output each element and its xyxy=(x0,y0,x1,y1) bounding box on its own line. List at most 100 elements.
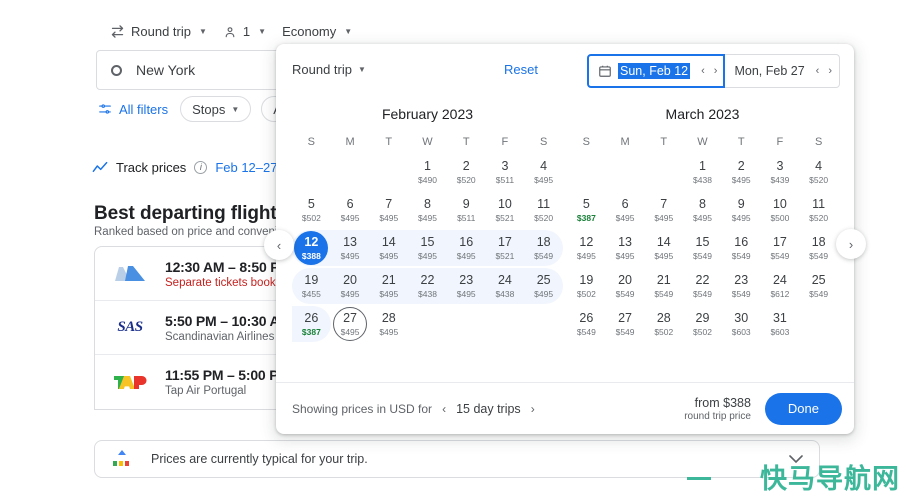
calendar-day-cell[interactable]: 6 $495 xyxy=(331,192,370,228)
calendar-day-cell[interactable]: 6 $495 xyxy=(606,192,645,228)
calendar-day-cell[interactable]: 20 $549 xyxy=(606,268,645,304)
currency-and-duration: Showing prices in USD for ‹ 15 day trips… xyxy=(292,402,535,416)
calendar-day-cell[interactable]: 1 $438 xyxy=(683,154,722,190)
calendar-day-price: $495 xyxy=(340,250,360,261)
calendar-day-cell[interactable]: 14 $495 xyxy=(644,230,683,266)
calendar-weekday: S xyxy=(814,136,823,148)
calendar-day-cell[interactable]: 19 $502 xyxy=(567,268,606,304)
track-prices-label[interactable]: Track prices xyxy=(116,160,186,175)
trip-type-selector[interactable]: Round trip ▼ xyxy=(102,18,215,45)
departure-prev-day-button[interactable]: ‹ xyxy=(701,65,705,77)
calendar-day-number: 14 xyxy=(656,235,671,250)
duration-next-button[interactable]: › xyxy=(531,402,535,416)
return-prev-day-button[interactable]: ‹ xyxy=(816,65,820,77)
calendar-day-cell[interactable]: 8 $495 xyxy=(683,192,722,228)
calendar-day-cell[interactable]: 17 $549 xyxy=(761,230,800,266)
passengers-count: 1 xyxy=(242,24,251,39)
calendar-day-cell[interactable]: 26 $549 xyxy=(567,306,606,342)
calendar-day-cell[interactable]: 12 $388 xyxy=(292,230,331,266)
calendar-day-cell[interactable]: 3 $439 xyxy=(761,154,800,190)
calendar-day-number: 14 xyxy=(381,235,396,250)
calendar-day-cell[interactable]: 15 $549 xyxy=(683,230,722,266)
calendar-day-cell[interactable]: 23 $495 xyxy=(446,268,486,304)
calendar-day-cell[interactable]: 23 $549 xyxy=(722,268,761,304)
cabin-class-selector[interactable]: Economy ▼ xyxy=(274,18,360,45)
calendar-day-cell[interactable]: 20 $495 xyxy=(330,268,370,304)
calendar-day-cell[interactable]: 10 $500 xyxy=(761,192,800,228)
return-next-day-button[interactable]: › xyxy=(828,65,832,77)
carousel-prev-button[interactable]: ‹ xyxy=(264,230,294,260)
calendar-day-cell[interactable]: 11 $520 xyxy=(524,192,563,228)
calendar-day-cell[interactable]: 28 $502 xyxy=(644,306,683,342)
calendar-day-cell[interactable]: 16 $549 xyxy=(722,230,761,266)
calendar-day-cell[interactable]: 2 $495 xyxy=(722,154,761,190)
calendar-day-number: 10 xyxy=(497,197,512,212)
duration-prev-button[interactable]: ‹ xyxy=(442,402,446,416)
passengers-selector[interactable]: 1 ▼ xyxy=(215,18,274,45)
calendar-day-number: 25 xyxy=(536,273,551,288)
calendar-day-cell[interactable]: 13 $495 xyxy=(606,230,645,266)
return-date-field[interactable]: Mon, Feb 27 ‹ › xyxy=(724,54,840,88)
calendar-day-cell[interactable]: 13 $495 xyxy=(330,230,370,266)
calendar-day-cell[interactable]: 11 $520 xyxy=(799,192,838,228)
calendar-weekday: T xyxy=(737,136,745,148)
calendar-day-cell[interactable]: 21 $549 xyxy=(644,268,683,304)
calendar-day-cell[interactable]: 24 $438 xyxy=(485,268,525,304)
calendar-day-cell[interactable]: 8 $495 xyxy=(408,192,447,228)
calendar-day-number: 5 xyxy=(307,197,315,212)
done-button[interactable]: Done xyxy=(764,392,842,425)
calendar-day-cell[interactable]: 16 $495 xyxy=(446,230,486,266)
calendar-day-cell[interactable]: 12 $495 xyxy=(567,230,606,266)
tap-logo-icon xyxy=(107,367,153,397)
calendar-day-cell[interactable]: 17 $521 xyxy=(485,230,525,266)
calendar-day-cell[interactable]: 15 $495 xyxy=(408,230,447,266)
filter-chip-stops[interactable]: Stops ▼ xyxy=(180,96,252,122)
calendar-day-number: 26 xyxy=(579,311,594,326)
calendar-day-cell[interactable]: 26 $387 xyxy=(292,306,331,342)
chevron-down-icon: ▼ xyxy=(344,27,353,36)
carousel-next-button[interactable]: › xyxy=(836,229,866,259)
calendar-day-cell[interactable]: 27 $549 xyxy=(606,306,645,342)
calendar-day-cell[interactable]: 7 $495 xyxy=(644,192,683,228)
calendar-day-cell[interactable]: 3 $511 xyxy=(486,154,525,190)
calendar-day-cell[interactable]: 9 $495 xyxy=(722,192,761,228)
info-icon[interactable]: i xyxy=(194,161,208,174)
calendar-day-cell[interactable]: 2 $520 xyxy=(447,154,486,190)
all-filters-button[interactable]: All filters xyxy=(96,100,170,119)
calendar-day-cell[interactable]: 25 $495 xyxy=(524,268,563,304)
calendar-day-cell[interactable]: 24 $612 xyxy=(761,268,800,304)
calendar-day-cell[interactable]: 27 $495 xyxy=(331,306,370,342)
calendar-day-cell[interactable]: 7 $495 xyxy=(369,192,408,228)
calendar-day-price: $495 xyxy=(615,250,635,261)
calendar-day-cell[interactable]: 18 $549 xyxy=(524,230,563,266)
calendar-day-number: 13 xyxy=(343,235,358,250)
calendar-day-cell[interactable]: 29 $502 xyxy=(683,306,722,342)
calendar-day-cell[interactable]: 4 $495 xyxy=(524,154,563,190)
calendar-day-cell[interactable]: 21 $495 xyxy=(369,268,409,304)
departure-date-field[interactable]: Sun, Feb 12 ‹ › xyxy=(587,54,726,88)
calendar-day-price: $495 xyxy=(379,326,399,337)
calendar-day-cell[interactable]: 10 $521 xyxy=(486,192,525,228)
calendar-day-cell[interactable]: 25 $549 xyxy=(799,268,838,304)
origin-input[interactable]: New York xyxy=(96,50,292,90)
calendar-day-cell[interactable]: 30 $603 xyxy=(722,306,761,342)
calendar-day-cell[interactable]: 31 $603 xyxy=(761,306,800,342)
departure-next-day-button[interactable]: › xyxy=(714,65,718,77)
calendar-day-price: $549 xyxy=(809,250,829,261)
calendar-day-cell[interactable]: 4 $520 xyxy=(799,154,838,190)
price-insights-banner[interactable]: Prices are currently typical for your tr… xyxy=(94,440,820,478)
calendar-day-cell[interactable]: 5 $502 xyxy=(292,192,331,228)
calendar-day-cell[interactable]: 28 $495 xyxy=(369,306,408,342)
calendar-day-cell[interactable]: 19 $455 xyxy=(292,268,331,304)
calendar-day-cell[interactable]: 14 $495 xyxy=(369,230,409,266)
reset-button[interactable]: Reset xyxy=(504,62,538,77)
calendar-day-cell[interactable]: 18 $549 xyxy=(799,230,838,266)
dialog-trip-type-selector[interactable]: Round trip ▼ xyxy=(292,62,366,77)
calendar-day-number: 19 xyxy=(579,273,594,288)
calendar-day-cell[interactable]: 22 $549 xyxy=(683,268,722,304)
calendar-day-cell[interactable]: 1 $490 xyxy=(408,154,447,190)
calendar-day-number: 31 xyxy=(772,311,787,326)
calendar-day-cell[interactable]: 22 $438 xyxy=(408,268,447,304)
calendar-day-cell[interactable]: 5 $387 xyxy=(567,192,606,228)
calendar-day-cell[interactable]: 9 $511 xyxy=(447,192,486,228)
